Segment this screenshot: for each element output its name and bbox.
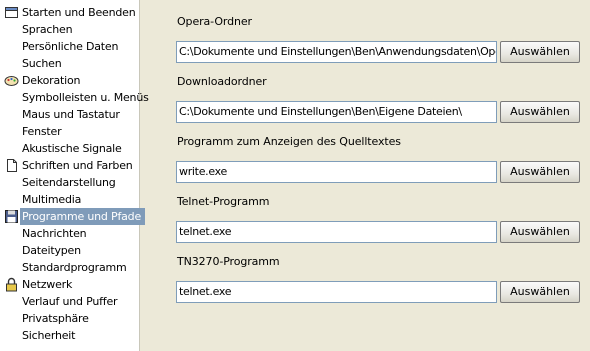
sidebar-item-privatsphaere[interactable]: Privatsphäre: [0, 310, 139, 327]
sidebar-item-label: Netzwerk: [22, 278, 73, 291]
sidebar-item-label: Suchen: [22, 57, 62, 70]
opera-folder-choose-button[interactable]: Auswählen: [500, 41, 580, 63]
sidebar-item-seitendarstellung[interactable]: Seitendarstellung: [0, 174, 139, 191]
palette-icon: [4, 73, 19, 88]
sidebar-item-label: Dekoration: [22, 74, 81, 87]
sidebar-item-label: Fenster: [22, 125, 62, 138]
sidebar-item-label: Seitendarstellung: [22, 176, 116, 189]
sidebar-item-dateitypen[interactable]: Dateitypen: [0, 242, 139, 259]
sidebar-item-starten-und-beenden[interactable]: Starten und Beenden: [0, 4, 139, 21]
sidebar-item-sicherheit[interactable]: Sicherheit: [0, 327, 139, 344]
sidebar-item-akustische-signale[interactable]: Akustische Signale: [0, 140, 139, 157]
floppy-disk-icon: [4, 209, 19, 224]
sidebar-item-persoenliche-daten[interactable]: Persönliche Daten: [0, 38, 139, 55]
source-viewer-label: Programm zum Anzeigen des Quelltextes: [177, 135, 401, 148]
sidebar-item-label: Akustische Signale: [22, 142, 122, 155]
opera-folder-field[interactable]: C:\Dokumente und Einstellungen\Ben\Anwen…: [176, 41, 497, 63]
sidebar-item-sprachen[interactable]: Sprachen: [0, 21, 139, 38]
sidebar-item-label: Sprachen: [22, 23, 73, 36]
sidebar-item-label: Privatsphäre: [22, 312, 89, 325]
sidebar-item-label: Starten und Beenden: [22, 6, 136, 19]
sidebar-item-schriften-und-farben[interactable]: Schriften und Farben: [0, 157, 139, 174]
tn3270-program-field[interactable]: telnet.exe: [176, 281, 497, 303]
sidebar-item-nachrichten[interactable]: Nachrichten: [0, 225, 139, 242]
sidebar-item-dekoration[interactable]: Dekoration: [0, 72, 139, 89]
sidebar-item-standardprogramm[interactable]: Standardprogramm: [0, 259, 139, 276]
telnet-program-field[interactable]: telnet.exe: [176, 221, 497, 243]
sidebar-item-label: Nachrichten: [22, 227, 87, 240]
tn3270-program-label: TN3270-Programm: [177, 255, 280, 268]
source-viewer-choose-button[interactable]: Auswählen: [500, 161, 580, 183]
page-icon: [4, 158, 19, 173]
sidebar-item-fenster[interactable]: Fenster: [0, 123, 139, 140]
sidebar-item-label: Multimedia: [22, 193, 82, 206]
tn3270-program-choose-button[interactable]: Auswählen: [500, 281, 580, 303]
programs-and-paths-panel: Opera-Ordner C:\Dokumente und Einstellun…: [140, 0, 590, 351]
sidebar-item-label: Programme und Pfade: [20, 208, 146, 225]
source-viewer-field[interactable]: write.exe: [176, 161, 497, 183]
telnet-program-label: Telnet-Programm: [177, 195, 270, 208]
sidebar-item-label: Verlauf und Puffer: [22, 295, 118, 308]
sidebar-item-label: Standardprogramm: [22, 261, 127, 274]
sidebar-item-label: Sicherheit: [22, 329, 76, 342]
sidebar-item-programme-und-pfade[interactable]: Programme und Pfade: [0, 208, 146, 225]
sidebar-item-label: Dateitypen: [22, 244, 81, 257]
sidebar-item-label: Persönliche Daten: [22, 40, 119, 53]
window-icon: [4, 5, 19, 20]
sidebar-item-label: Maus und Tastatur: [22, 108, 120, 121]
sidebar-item-multimedia[interactable]: Multimedia: [0, 191, 139, 208]
settings-sidebar: Starten und Beenden Sprachen Persönliche…: [0, 0, 149, 351]
sidebar-item-verlauf-und-puffer[interactable]: Verlauf und Puffer: [0, 293, 139, 310]
sidebar-item-netzwerk[interactable]: Netzwerk: [0, 276, 139, 293]
sidebar-item-label: Symbolleisten u. Menüs: [22, 91, 149, 104]
sidebar-item-symbolleisten[interactable]: Symbolleisten u. Menüs: [0, 89, 149, 106]
sidebar-item-suchen[interactable]: Suchen: [0, 55, 139, 72]
sidebar-item-label: Schriften und Farben: [22, 159, 133, 172]
lock-icon: [4, 277, 19, 292]
telnet-program-choose-button[interactable]: Auswählen: [500, 221, 580, 243]
opera-folder-label: Opera-Ordner: [177, 15, 252, 28]
download-folder-label: Downloadordner: [177, 75, 267, 88]
download-folder-field[interactable]: C:\Dokumente und Einstellungen\Ben\Eigen…: [176, 101, 497, 123]
sidebar-item-maus-und-tastatur[interactable]: Maus und Tastatur: [0, 106, 139, 123]
download-folder-choose-button[interactable]: Auswählen: [500, 101, 580, 123]
